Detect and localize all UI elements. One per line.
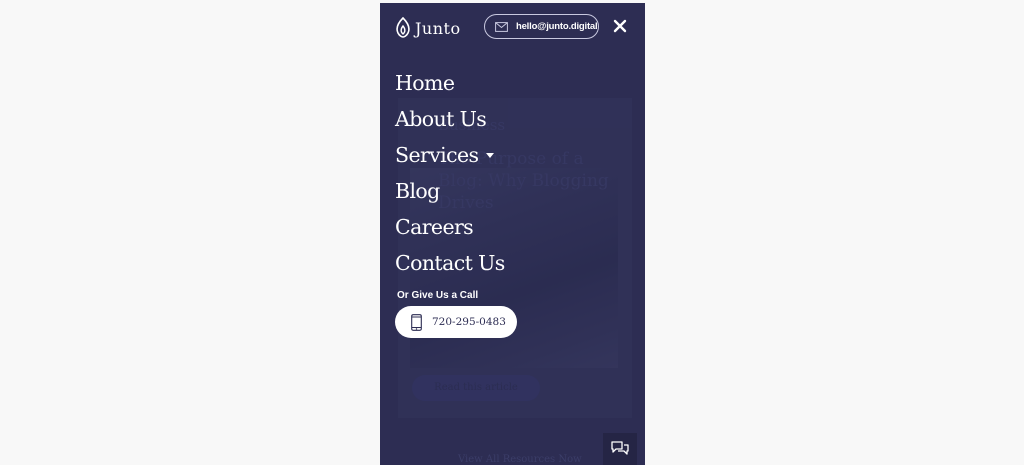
nav-item-services[interactable]: Services bbox=[395, 137, 505, 173]
email-button[interactable]: hello@junto.digital bbox=[484, 14, 599, 39]
nav-item-label: Services bbox=[395, 143, 479, 167]
background-footer-link: View All Resources Now bbox=[458, 454, 582, 465]
caret-down-icon[interactable] bbox=[486, 152, 495, 158]
nav-item-home[interactable]: Home bbox=[395, 65, 505, 101]
nav-item-about-us[interactable]: About Us bbox=[395, 101, 505, 137]
call-label: Or Give Us a Call bbox=[397, 290, 479, 301]
phone-number: 720-295-0483 bbox=[432, 316, 506, 328]
envelope-icon bbox=[495, 21, 508, 32]
nav-item-label: Careers bbox=[395, 215, 474, 239]
mobile-menu-overlay: Business The Purpose of a Blog: Why Blog… bbox=[380, 3, 645, 465]
chat-widget-button[interactable] bbox=[603, 433, 637, 465]
close-icon bbox=[613, 19, 627, 33]
smartphone-icon bbox=[411, 313, 422, 331]
nav-item-label: About Us bbox=[395, 107, 487, 131]
nav-item-blog[interactable]: Blog bbox=[395, 173, 505, 209]
background-read-article-button: Read this article bbox=[412, 375, 540, 401]
leaf-logo-icon bbox=[396, 17, 410, 38]
nav-item-contact-us[interactable]: Contact Us bbox=[395, 245, 505, 281]
email-address: hello@junto.digital bbox=[516, 21, 598, 32]
junto-logo[interactable]: Junto bbox=[395, 17, 461, 39]
nav-item-label: Home bbox=[395, 71, 455, 95]
chat-bubbles-icon bbox=[611, 441, 629, 455]
close-menu-button[interactable] bbox=[611, 17, 629, 35]
nav-item-label: Blog bbox=[395, 179, 440, 203]
call-phone-button[interactable]: 720-295-0483 bbox=[395, 306, 517, 338]
nav-item-careers[interactable]: Careers bbox=[395, 209, 505, 245]
logo-wordmark: Junto bbox=[415, 18, 461, 38]
main-navigation: Home About Us Services Blog Careers Cont… bbox=[395, 65, 505, 281]
nav-item-label: Contact Us bbox=[395, 251, 505, 275]
